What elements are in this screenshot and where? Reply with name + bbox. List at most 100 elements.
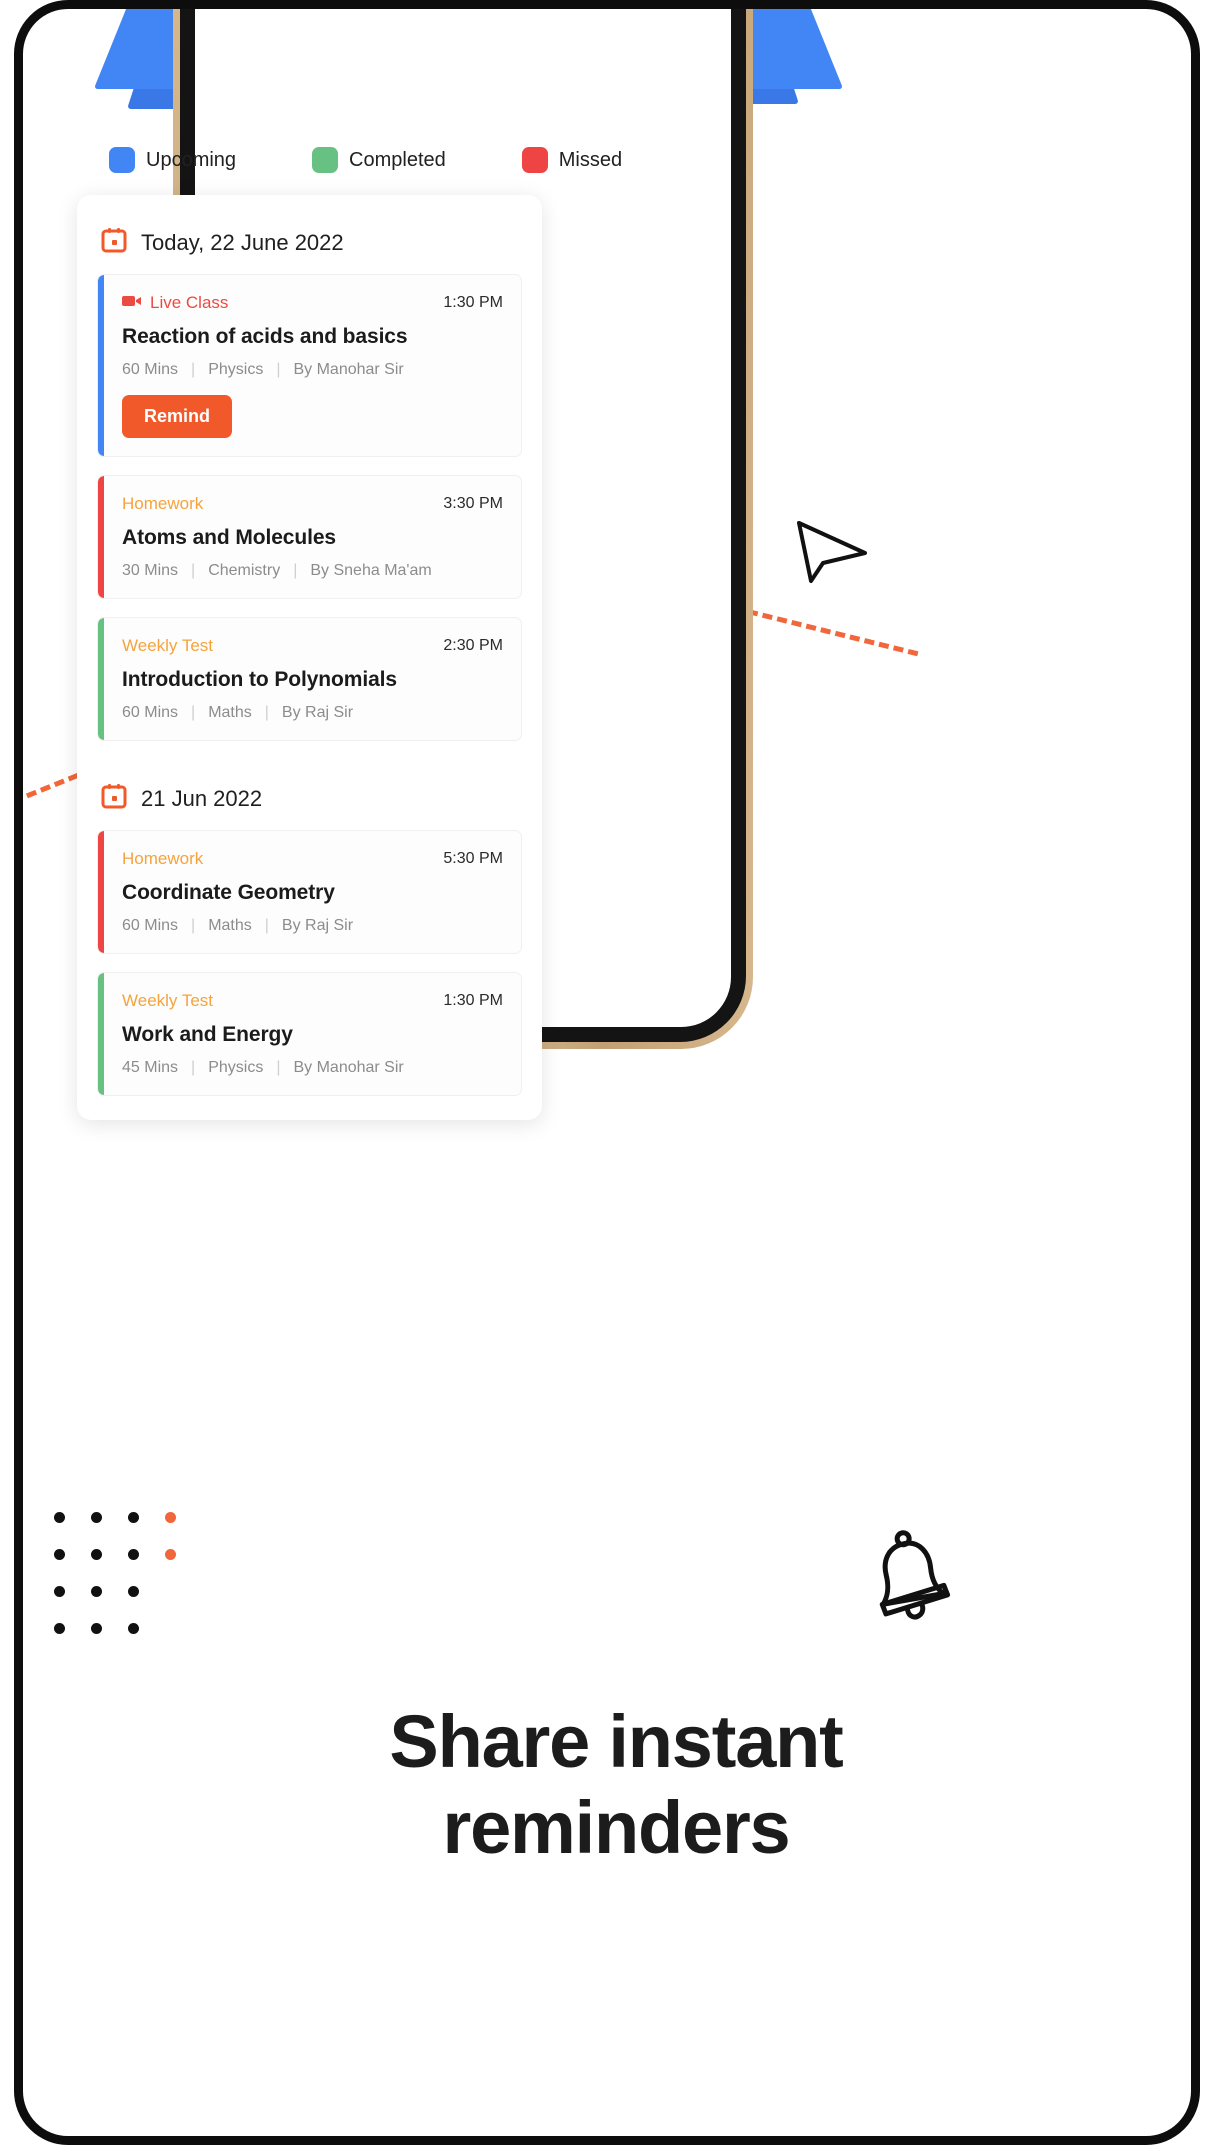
event-card[interactable]: Live Class 1:30 PM Reaction of acids and… [97, 274, 522, 457]
event-type-label: Homework [122, 494, 204, 513]
event-meta: 30 Mins | Chemistry | By Sneha Ma'am [122, 562, 503, 580]
grid-dot [91, 1549, 102, 1560]
meta-separator: | [191, 704, 196, 721]
promo-screen: Upcoming Completed Missed Today, 22 June… [0, 0, 1214, 2145]
event-title: Introduction to Polynomials [122, 668, 397, 691]
event-type: Weekly Test [122, 636, 213, 656]
event-top-row: Weekly Test 1:30 PM [122, 991, 503, 1011]
legend-chip-upcoming [109, 147, 135, 173]
event-time: 1:30 PM [443, 992, 503, 1009]
event-subject: Physics [208, 361, 264, 378]
video-camera-icon [122, 293, 142, 313]
event-teacher: By Raj Sir [281, 917, 354, 934]
event-accent-bar [98, 618, 104, 740]
event-type: Homework [122, 494, 203, 514]
event-top-row: Homework 5:30 PM [122, 849, 503, 869]
meta-separator: | [191, 917, 196, 934]
event-title: Coordinate Geometry [122, 881, 335, 904]
event-type: Live Class [122, 293, 228, 313]
event-type: Weekly Test [122, 991, 213, 1011]
status-legend: Upcoming Completed Missed [109, 147, 622, 173]
date-header-previous: 21 Jun 2022 [101, 783, 522, 814]
legend-item-completed[interactable]: Completed [312, 147, 446, 173]
headline-line-2: reminders [442, 1785, 790, 1869]
event-subject: Maths [208, 917, 252, 934]
date-label: 21 Jun 2022 [141, 785, 263, 811]
meta-separator: | [293, 562, 298, 579]
bell-icon [860, 1522, 962, 1632]
legend-label-missed: Missed [558, 148, 623, 171]
meta-separator: | [191, 1059, 196, 1076]
grid-dot [128, 1623, 139, 1634]
event-top-row: Weekly Test 2:30 PM [122, 636, 503, 656]
event-type-label: Weekly Test [122, 991, 214, 1010]
event-title: Atoms and Molecules [122, 526, 336, 549]
calendar-icon [101, 227, 127, 258]
grid-dot-accent [165, 1512, 176, 1523]
event-accent-bar [98, 275, 104, 456]
grid-dot [54, 1623, 65, 1634]
grid-dot [91, 1623, 102, 1634]
schedule-panel: Today, 22 June 2022 Live Class 1:30 PM R… [77, 195, 542, 1120]
event-type-label: Weekly Test [122, 636, 214, 655]
event-subject: Physics [208, 1059, 264, 1076]
meta-separator: | [191, 361, 196, 378]
grid-dot-empty [165, 1586, 176, 1597]
headline-line-1: Share instant [389, 1700, 843, 1783]
remind-button[interactable]: Remind [122, 395, 233, 438]
event-accent-bar [98, 973, 104, 1095]
event-meta: 45 Mins | Physics | By Manohar Sir [122, 1059, 503, 1077]
event-duration: 30 Mins [122, 562, 179, 579]
grid-dot [54, 1549, 65, 1560]
grid-dot [91, 1586, 102, 1597]
grid-dot-empty [165, 1623, 176, 1634]
event-top-row: Homework 3:30 PM [122, 494, 503, 514]
event-time: 2:30 PM [443, 637, 503, 654]
grid-dot [128, 1512, 139, 1523]
meta-separator: | [191, 562, 196, 579]
event-accent-bar [98, 476, 104, 598]
dot-grid-decoration [41, 1499, 189, 1647]
grid-dot [54, 1586, 65, 1597]
arrow-cursor-icon [793, 519, 871, 592]
grid-dot [91, 1512, 102, 1523]
dashed-line-right [747, 609, 919, 657]
event-top-row: Live Class 1:30 PM [122, 293, 503, 313]
legend-label-completed: Completed [349, 148, 446, 171]
event-card[interactable]: Weekly Test 2:30 PM Introduction to Poly… [97, 617, 522, 741]
event-teacher: By Raj Sir [281, 704, 354, 721]
event-meta: 60 Mins | Maths | By Raj Sir [122, 704, 503, 722]
event-type-label: Live Class [150, 293, 229, 312]
event-title: Work and Energy [122, 1023, 293, 1046]
meta-separator: | [264, 917, 269, 934]
event-type-label: Homework [122, 849, 204, 868]
legend-item-upcoming[interactable]: Upcoming [109, 147, 236, 173]
calendar-icon [101, 783, 127, 814]
event-subject: Maths [208, 704, 252, 721]
event-card[interactable]: Homework 3:30 PM Atoms and Molecules 30 … [97, 475, 522, 599]
grid-dot [128, 1549, 139, 1560]
event-teacher: By Manohar Sir [293, 1059, 404, 1076]
event-accent-bar [98, 831, 104, 953]
event-meta: 60 Mins | Maths | By Raj Sir [122, 917, 503, 935]
meta-separator: | [264, 704, 269, 721]
event-card[interactable]: Homework 5:30 PM Coordinate Geometry 60 … [97, 830, 522, 954]
outer-frame: Upcoming Completed Missed Today, 22 June… [14, 0, 1200, 2145]
event-title: Reaction of acids and basics [122, 325, 408, 348]
event-time: 1:30 PM [443, 294, 503, 311]
event-teacher: By Manohar Sir [293, 361, 404, 378]
event-subject: Chemistry [208, 562, 281, 579]
legend-item-missed[interactable]: Missed [521, 147, 623, 173]
date-header-today: Today, 22 June 2022 [101, 227, 522, 258]
legend-label-upcoming: Upcoming [146, 148, 237, 171]
grid-dot-accent [165, 1549, 176, 1560]
event-duration: 60 Mins [122, 361, 179, 378]
event-teacher: By Sneha Ma'am [310, 562, 432, 579]
event-time: 3:30 PM [443, 495, 503, 512]
event-type: Homework [122, 849, 203, 869]
date-label: Today, 22 June 2022 [141, 229, 344, 255]
event-card[interactable]: Weekly Test 1:30 PM Work and Energy 45 M… [97, 972, 522, 1096]
event-duration: 45 Mins [122, 1059, 179, 1076]
grid-dot [54, 1512, 65, 1523]
page-title: Share instant reminders [23, 1699, 1191, 1871]
